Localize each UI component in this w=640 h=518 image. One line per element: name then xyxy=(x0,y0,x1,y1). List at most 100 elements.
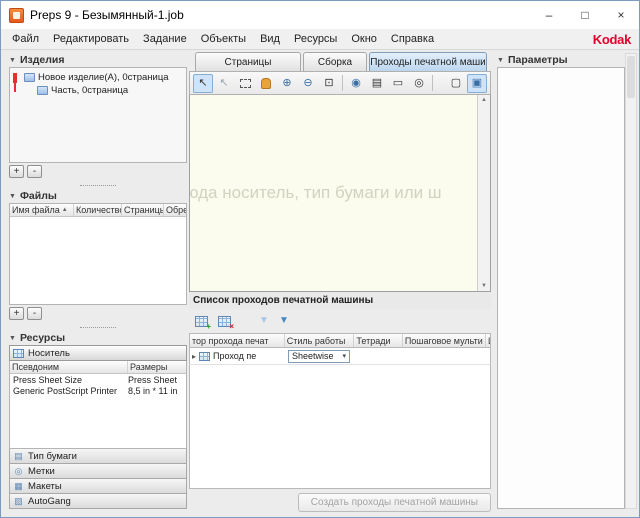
menu-help[interactable]: Справка xyxy=(384,31,441,47)
menu-view[interactable]: Вид xyxy=(253,31,287,47)
scrollbar-thumb[interactable] xyxy=(627,56,635,98)
collapse-triangle-icon: ▼ xyxy=(9,57,16,64)
pressrun-table-body[interactable] xyxy=(189,365,491,489)
move-down-button[interactable]: ▼ xyxy=(256,316,272,326)
accordion-media[interactable]: Носитель xyxy=(9,345,187,361)
accordion-autogang[interactable]: ▧ AutoGang xyxy=(9,494,187,509)
add-plus-icon: + xyxy=(206,323,211,331)
measure-tool-button[interactable]: ▭ xyxy=(388,74,408,93)
media-row[interactable]: Press Sheet Size Press Sheet xyxy=(10,374,186,385)
hand-tool-button[interactable] xyxy=(256,74,276,93)
menu-file[interactable]: Файл xyxy=(5,31,46,47)
product-icon xyxy=(24,73,35,82)
chevron-down-icon: ▾ xyxy=(342,352,346,360)
column-step-multi[interactable]: Пошаговое мульти xyxy=(403,334,486,347)
maximize-button[interactable]: □ xyxy=(567,1,603,29)
fit-page-icon: ⊡ xyxy=(324,78,333,89)
center-target-tool-button[interactable]: ◎ xyxy=(409,74,429,93)
press-run-canvas[interactable]: щите сюда носитель, тип бумаги или ш ▲ ▼ xyxy=(189,95,491,292)
marks-icon: ◎ xyxy=(13,466,24,477)
menubar: Файл Редактировать Задание Объекты Вид Р… xyxy=(1,29,639,50)
media-table-body[interactable] xyxy=(10,396,186,448)
zoom-out-tool-button[interactable]: ⊖ xyxy=(298,74,318,93)
select-tool-button[interactable]: ↖ xyxy=(193,74,213,93)
parameters-section-header[interactable]: ▼ Параметры xyxy=(497,53,625,67)
accordion-templates[interactable]: ▦ Макеты xyxy=(9,479,187,494)
view-mode-preview-button[interactable]: ▣ xyxy=(467,74,487,93)
files-section-header[interactable]: ▼ Файлы xyxy=(9,189,187,203)
minimize-button[interactable]: – xyxy=(531,1,567,29)
accordion-label: AutoGang xyxy=(28,496,71,507)
scroll-down-icon[interactable]: ▼ xyxy=(481,283,487,289)
zoom-in-icon: ⊕ xyxy=(282,78,291,89)
panel-splitter[interactable] xyxy=(9,323,187,331)
create-pressruns-button[interactable]: Создать проходы печатной машины xyxy=(298,493,491,512)
pressrun-name: Проход пе xyxy=(213,351,256,361)
accordion-marks[interactable]: ◎ Метки xyxy=(9,464,187,479)
tab-assembly[interactable]: Сборка xyxy=(303,52,367,71)
direct-select-tool-button[interactable]: ↖ xyxy=(214,74,234,93)
files-table-header: Имя файла ▲ Количество Страницы Обрезн xyxy=(10,204,186,217)
menu-job[interactable]: Задание xyxy=(136,31,194,47)
files-buttons: + - xyxy=(9,305,187,323)
fit-page-tool-button[interactable]: ⊡ xyxy=(319,74,339,93)
column-work-style[interactable]: Стиль работы xyxy=(285,334,355,347)
files-table-body[interactable] xyxy=(10,217,186,304)
column-filename[interactable]: Имя файла ▲ xyxy=(10,204,74,216)
tree-item-part[interactable]: Часть, 0страница xyxy=(10,84,186,97)
column-label: Количество xyxy=(76,205,122,215)
column-color[interactable]: Ц xyxy=(486,334,490,347)
close-button[interactable]: × xyxy=(603,1,639,29)
menu-objects[interactable]: Объекты xyxy=(194,31,253,47)
accordion-paper-type[interactable]: ▤ Тип бумаги xyxy=(9,449,187,464)
move-down-alt-button[interactable]: ▼ xyxy=(276,316,292,326)
canvas-scrollbar[interactable]: ▲ ▼ xyxy=(477,95,490,291)
scroll-up-icon[interactable]: ▲ xyxy=(481,97,487,103)
sheet-tool-button[interactable]: ▤ xyxy=(367,74,387,93)
delete-pressrun-button[interactable]: × xyxy=(215,313,234,330)
tree-item-label: Часть, 0страница xyxy=(51,85,128,96)
work-style-dropdown[interactable]: Sheetwise ▾ xyxy=(288,350,350,363)
remove-file-button[interactable]: - xyxy=(27,307,42,320)
kodak-logo: Kodak xyxy=(593,32,631,47)
products-section-header[interactable]: ▼ Изделия xyxy=(9,53,187,67)
remove-product-button[interactable]: - xyxy=(27,165,42,178)
zoom-in-tool-button[interactable]: ⊕ xyxy=(277,74,297,93)
accordion-label: Тип бумаги xyxy=(28,451,77,462)
resources-section-header[interactable]: ▼ Ресурсы xyxy=(9,331,187,345)
media-alias: Generic PostScript Printer xyxy=(10,386,128,396)
column-label: Имя файла xyxy=(12,205,60,215)
column-trim[interactable]: Обрезн xyxy=(164,204,186,216)
parameters-body xyxy=(497,67,625,509)
pressrun-row[interactable]: ▸ Проход пе Sheetwise ▾ xyxy=(189,348,491,365)
tree-item-product[interactable]: Новое изделие(А), 0страница xyxy=(10,71,186,84)
menu-window[interactable]: Окно xyxy=(344,31,384,47)
app-icon xyxy=(9,8,24,23)
view-mode-layout-button[interactable]: ▢ xyxy=(446,74,466,93)
parameters-scrollbar[interactable] xyxy=(625,53,637,509)
tab-pages[interactable]: Страницы xyxy=(195,52,301,71)
column-count[interactable]: Количество xyxy=(74,204,122,216)
media-row[interactable]: Generic PostScript Printer 8,5 in * 11 i… xyxy=(10,385,186,396)
hand-icon xyxy=(261,78,271,89)
center-target-icon: ◎ xyxy=(414,78,424,89)
add-pressrun-button[interactable]: + xyxy=(192,313,211,330)
column-pressrun-id[interactable]: тор прохода печат xyxy=(190,334,285,347)
column-signatures[interactable]: Тетради xyxy=(354,334,402,347)
column-pages[interactable]: Страницы xyxy=(122,204,164,216)
column-sizes[interactable]: Размеры xyxy=(128,361,186,373)
expander-icon[interactable]: ▸ xyxy=(192,352,196,361)
panel-splitter[interactable] xyxy=(9,181,187,189)
column-alias[interactable]: Псевдоним xyxy=(10,361,128,373)
collapse-triangle-icon: ▼ xyxy=(9,193,16,200)
toolbar-separator xyxy=(432,75,433,91)
add-file-button[interactable]: + xyxy=(9,307,24,320)
menu-edit[interactable]: Редактировать xyxy=(46,31,136,47)
add-product-button[interactable]: + xyxy=(9,165,24,178)
canvas-toolbar: ↖ ↖ ⊕ ⊖ ⊡ ◉ ▤ ▭ ◎ ▢ ▣ xyxy=(189,71,491,95)
preview-tool-button[interactable]: ◉ xyxy=(346,74,366,93)
zoom-marquee-tool-button[interactable] xyxy=(235,74,255,93)
parameters-title: Параметры xyxy=(508,54,568,66)
tab-press-runs[interactable]: Проходы печатной маши xyxy=(369,52,487,71)
menu-resources[interactable]: Ресурсы xyxy=(287,31,344,47)
